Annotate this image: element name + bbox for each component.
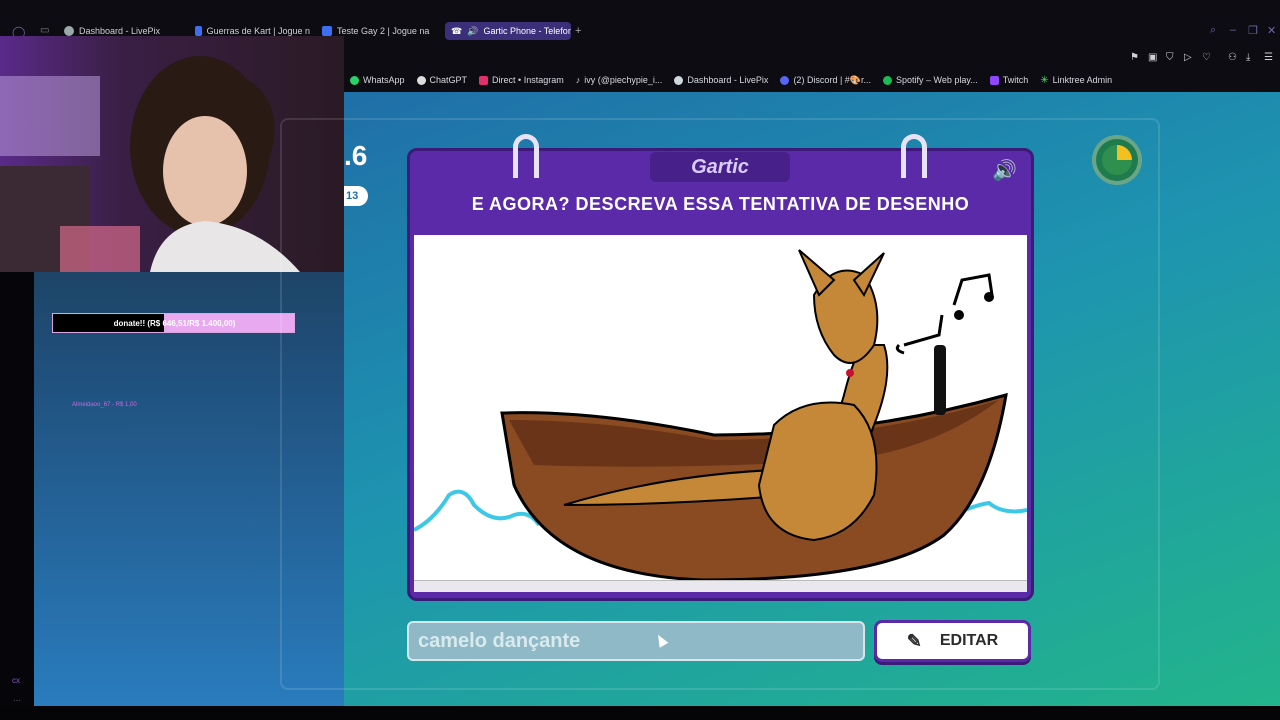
whatsapp-icon [350,75,359,85]
edit-button-label: EDITAR [939,632,999,649]
tab-label: Gartic Phone - Telefon [483,26,571,36]
bottom-strip [0,706,1280,720]
prompt-title: E AGORA? DESCREVA ESSA TENTATIVA DE DESE… [471,194,970,214]
round-timer [1092,135,1142,185]
pencil-icon: ✎ [906,630,922,651]
bookmarks-bar: WhatsApp ChatGPT Direct • Instagram ♪ ivy… [344,68,1280,92]
snapshot-icon[interactable]: ▣ [1148,52,1157,63]
bookmark-twitch[interactable]: Twitch [989,75,1029,85]
new-tab-button[interactable]: + [575,22,581,40]
download-icon[interactable]: ⤓ [1246,52,1250,63]
instagram-icon [479,75,489,85]
twitch-icon [989,75,999,85]
tiktok-icon: ♪ [575,75,581,85]
donation-goal-label: donate!! (R$ 646,51/R$ 1.400,00) [113,318,236,328]
discord-icon [780,75,790,85]
shield-icon[interactable]: ⛉ [1166,52,1174,63]
bookmark-chatgpt[interactable]: ChatGPT [416,75,468,85]
last-donation-label: Almeidaoo_67 - R$ 1,00 [72,402,137,408]
more-icon[interactable]: ⋯ [13,696,21,705]
bookmark-label: (2) Discord | #🎨r... [793,74,871,85]
bookmark-whatsapp[interactable]: WhatsApp [350,75,405,85]
sound-toggle-icon[interactable]: 🔊 [992,158,1017,183]
timer-pie-icon [1102,145,1132,175]
game-site-icon [195,26,202,36]
workspaces-icon[interactable]: ▭ [40,25,49,36]
card-ring-right [901,134,927,178]
bookmark-linktree[interactable]: ✳ Linktree Admin [1040,75,1112,86]
donation-goal-bar: donate!! (R$ 646,51/R$ 1.400,00) [52,313,295,333]
restore-icon[interactable]: ❐ [1248,24,1258,37]
bookmark-label: ChatGPT [429,75,468,85]
gartic-logo: Gartic [650,152,790,182]
menu-icon[interactable]: ☰ [1264,52,1273,63]
drawing-canvas [414,235,1027,580]
livepix-icon [64,26,74,36]
app-icon[interactable]: cx [12,676,20,685]
chatgpt-icon [416,75,426,85]
bookmark-label: WhatsApp [363,75,405,85]
bookmark-livepix[interactable]: Dashboard - LivePix [674,75,768,85]
player-count-badge: 13 [344,186,368,206]
profile-icon[interactable]: ⚇ [1228,52,1237,63]
sidebar-strip: cx ⋯ [0,272,34,720]
edit-button[interactable]: ✎ EDITAR [874,620,1031,662]
round-counter: .6 [344,140,368,171]
audio-playing-icon: 🔊 [467,25,479,36]
bookmark-label: ivy (@piechypie_i... [584,75,663,85]
close-icon[interactable]: ✕ [1267,24,1276,37]
bookmark-discord[interactable]: (2) Discord | #🎨r... [780,75,871,86]
bookmark-instagram[interactable]: Direct • Instagram [479,75,564,85]
tab-label: Dashboard - LivePix [79,26,161,36]
bookmark-tiktok[interactable]: ♪ ivy (@piechypie_i... [576,75,663,85]
heart-icon[interactable]: ♡ [1202,52,1211,63]
bookmark-label: Spotify – Web play... [896,75,978,85]
canvas-bottom-edge [414,580,1027,592]
answer-input[interactable]: camelo dançante [407,621,865,661]
game-site-icon [322,26,332,36]
phone-icon: ☎ [451,25,463,36]
bookmark-spotify[interactable]: Spotify – Web play... [883,75,978,85]
bookmark-label: Linktree Admin [1052,75,1113,85]
linktree-icon: ✳ [1040,74,1049,86]
minimize-icon[interactable]: – [1230,24,1236,36]
play-icon[interactable]: ▷ [1184,52,1192,63]
tab-label: Teste Gay 2 | Jogue na [337,26,430,36]
address-bar[interactable] [344,44,1280,68]
card-ring-left [513,134,539,178]
tab-gartic-phone[interactable]: ☎ 🔊 Gartic Phone - Telefon [445,22,571,40]
tab-label: Guerras de Kart | Jogue n [206,26,310,36]
spotify-icon [883,75,892,85]
bookmark-label: Twitch [1002,75,1029,85]
search-tabs-icon[interactable]: ⌕ [1210,24,1216,37]
bookmark-label: Dashboard - LivePix [687,75,769,85]
pin-icon[interactable]: ⚑ [1130,52,1139,63]
livepix-icon [674,75,684,85]
bookmark-label: Direct • Instagram [492,75,564,85]
kangaroo-in-boat-drawing [414,249,1027,580]
